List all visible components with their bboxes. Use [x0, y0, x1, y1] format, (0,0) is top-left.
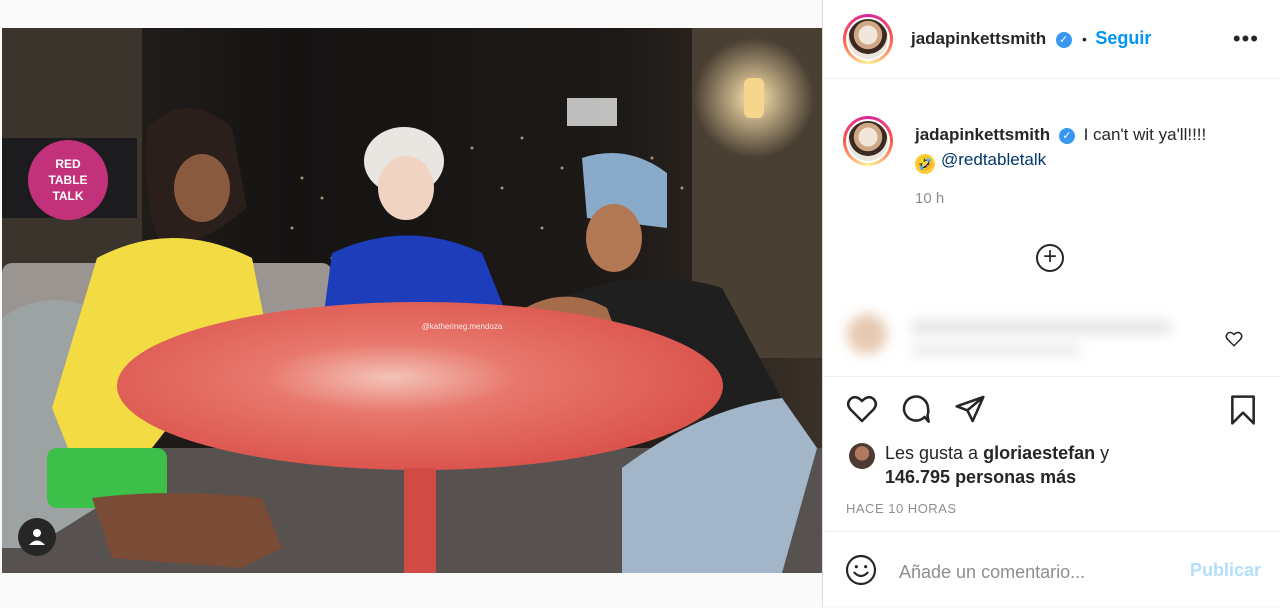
likes-summary: Les gusta a gloriaestefan y 146.795 pers… — [885, 441, 1265, 489]
likes-count[interactable]: 146.795 personas más — [885, 467, 1076, 487]
comment-composer: Publicar — [823, 531, 1280, 608]
header-user-row: jadapinkettsmith ✓ • Seguir — [911, 28, 1151, 49]
comment-line — [911, 344, 1081, 356]
publish-button[interactable]: Publicar — [1190, 560, 1261, 581]
show-logo-line-2: TABLE — [48, 173, 87, 187]
verified-icon: ✓ — [1055, 31, 1072, 48]
post-sidebar: jadapinkettsmith ✓ • Seguir ••• jadapink… — [822, 0, 1280, 607]
page-top-area — [0, 0, 822, 28]
caption-mention-link[interactable]: @redtabletalk — [941, 150, 1046, 169]
blurred-comment — [841, 270, 1221, 370]
follow-button[interactable]: Seguir — [1095, 28, 1151, 48]
follow-separator: • — [1082, 31, 1087, 47]
comment-input[interactable] — [899, 558, 1169, 586]
comment-avatar — [847, 314, 887, 354]
author-username[interactable]: jadapinkettsmith — [911, 29, 1046, 48]
post-image[interactable]: RED TABLE TALK @katherineg.mendoza — [2, 28, 822, 573]
more-options-icon[interactable]: ••• — [1233, 26, 1259, 52]
post-caption: jadapinkettsmith ✓ I can't wit ya'll!!!!… — [915, 122, 1255, 174]
comment-icon[interactable] — [899, 393, 933, 425]
caption-author-avatar[interactable] — [843, 116, 893, 166]
caption-timestamp[interactable]: 10 h — [915, 190, 944, 207]
user-tag-icon[interactable] — [18, 518, 56, 556]
bookmark-icon[interactable] — [1227, 393, 1259, 427]
likes-joiner: y — [1100, 443, 1110, 463]
watermark-text: @katherineg.mendoza — [422, 322, 503, 331]
smiley-icon[interactable] — [845, 554, 877, 586]
post-header: jadapinkettsmith ✓ • Seguir ••• — [823, 0, 1280, 79]
avatar-image — [848, 121, 888, 161]
person-icon — [29, 529, 45, 545]
laughing-emoji-icon: 🤣 — [915, 154, 935, 174]
comment-line — [911, 320, 1171, 334]
caption-username[interactable]: jadapinkettsmith — [915, 125, 1050, 144]
comment-like-heart-icon[interactable] — [1225, 330, 1243, 348]
verified-icon: ✓ — [1058, 127, 1075, 144]
show-logo-line-1: RED — [55, 157, 81, 171]
post-time-ago[interactable]: HACE 10 HORAS — [846, 501, 957, 516]
liker-avatar[interactable] — [849, 443, 875, 469]
caption-text: I can't wit ya'll!!!! — [1083, 125, 1207, 144]
post-photo: RED TABLE TALK @katherineg.mendoza — [2, 28, 822, 573]
show-logo-line-3: TALK — [52, 189, 83, 203]
media-bottom-area — [0, 573, 823, 607]
share-icon[interactable] — [953, 393, 987, 425]
likes-prefix: Les gusta a — [885, 443, 979, 463]
author-avatar[interactable] — [843, 14, 893, 64]
avatar-image — [848, 19, 888, 59]
liker-username[interactable]: gloriaestefan — [983, 443, 1095, 463]
post-actions: Les gusta a gloriaestefan y 146.795 pers… — [823, 376, 1280, 532]
plus-circle-icon[interactable]: + — [1036, 244, 1064, 272]
heart-icon[interactable] — [845, 393, 879, 425]
